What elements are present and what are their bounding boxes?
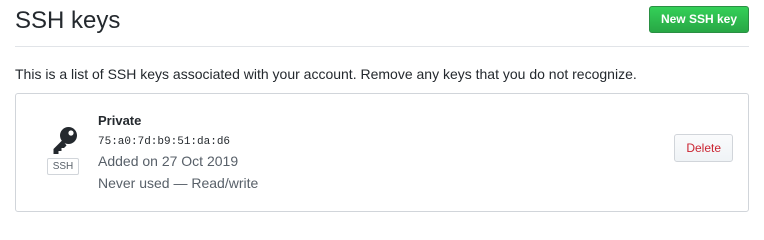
ssh-key-item: SSH Private 75:a0:7d:b9:51:da:d6 Added o… (15, 93, 749, 212)
new-ssh-key-button[interactable]: New SSH key (648, 6, 749, 33)
key-type-indicator: SSH (47, 127, 81, 179)
page-header: SSH keys New SSH key (15, 0, 749, 47)
intro-text: This is a list of SSH keys associated wi… (15, 66, 637, 82)
delete-key-button[interactable]: Delete (674, 134, 733, 162)
key-added-date: Added on 27 Oct 2019 (98, 153, 239, 169)
key-fingerprint: 75:a0:7d:b9:51:da:d6 (98, 136, 231, 148)
key-icon (53, 127, 77, 154)
key-title: Private (98, 113, 142, 128)
ssh-type-label: SSH (47, 158, 79, 175)
page-title: SSH keys (15, 7, 121, 34)
key-usage: Never used — Read/write (98, 175, 259, 191)
key-details: Private 75:a0:7d:b9:51:da:d6 Added on 27… (98, 113, 258, 192)
